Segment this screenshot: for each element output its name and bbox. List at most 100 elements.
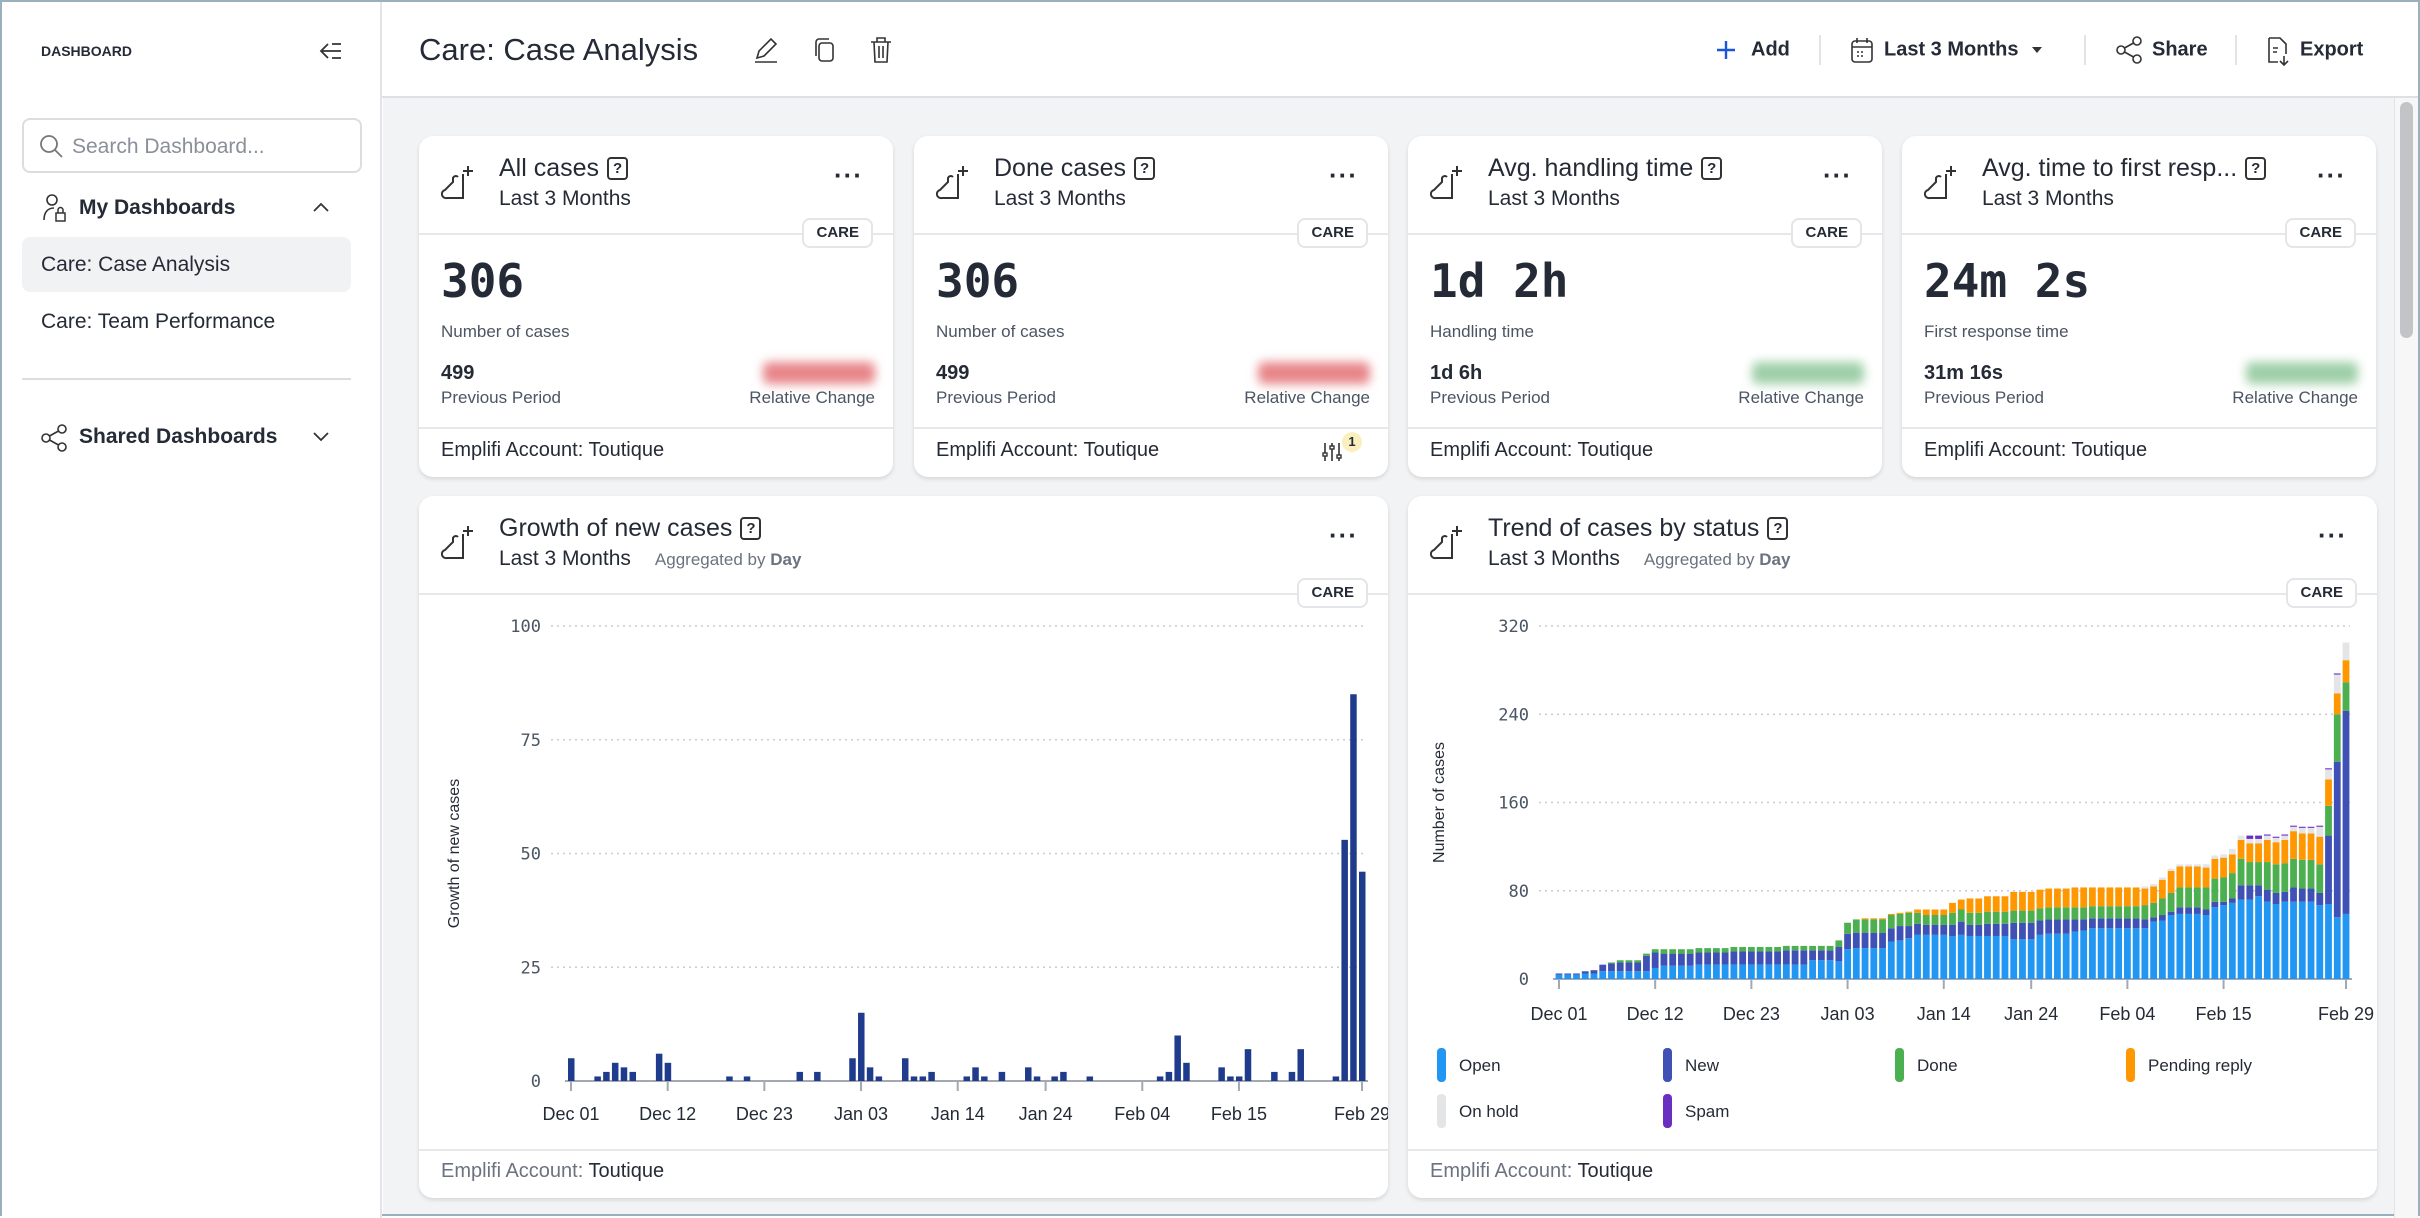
export-icon[interactable] — [2265, 35, 2291, 67]
stacked-bar-segment-open — [1581, 973, 1589, 979]
more-options-button[interactable]: ··· — [834, 160, 863, 191]
filter-button[interactable]: 1 — [1320, 432, 1366, 466]
bar — [629, 1071, 637, 1081]
more-options-button[interactable]: ··· — [1823, 160, 1852, 191]
trash-icon[interactable] — [867, 35, 895, 65]
y-axis-label: Growth of new cases — [446, 779, 463, 928]
stacked-bar-segment-new — [1809, 950, 1816, 961]
date-range-dropdown[interactable]: Last 3 Months — [1850, 30, 2042, 70]
more-options-button[interactable]: ··· — [2317, 160, 2346, 191]
stacked-bar-segment-open — [2176, 913, 2184, 979]
stacked-bar-segment-done — [1634, 960, 1642, 963]
stacked-bar-segment-new — [2158, 915, 2166, 921]
stacked-bar-segment-pending-reply — [2220, 857, 2227, 878]
chart-card-trend-of-cases-by-status: Trend of cases by status? Last 3 Months A… — [1408, 496, 2377, 1198]
export-button[interactable]: Export — [2300, 39, 2363, 62]
x-tick-label: Jan 03 — [834, 1104, 888, 1124]
stacked-bar-segment-pending-reply — [2176, 866, 2184, 888]
scrollbar-thumb[interactable] — [2400, 102, 2413, 338]
bar — [1060, 1071, 1067, 1081]
stacked-bar-segment-new — [1669, 953, 1677, 966]
stacked-bar-segment-open — [2158, 920, 2166, 979]
stacked-bar-segment-new — [1887, 928, 1895, 942]
bar — [910, 1076, 918, 1081]
stacked-bar-segment-done — [1844, 922, 1851, 934]
stacked-bar-segment-done — [2176, 887, 2184, 908]
stacked-bar-segment-open — [2342, 913, 2350, 979]
legend-label: Pending reply — [2148, 1056, 2252, 1075]
stacked-bar-segment-open — [2097, 928, 2105, 979]
search-input[interactable]: Search Dashboard... — [22, 118, 362, 173]
stacked-bar-segment-done — [2045, 907, 2053, 920]
stacked-bar-segment-new — [1791, 950, 1799, 965]
stacked-bar-segment-new — [1704, 952, 1712, 965]
kpi-value: 1d 2h — [1430, 254, 1569, 308]
footer-account: Toutique — [588, 1160, 665, 1182]
stacked-bar-segment-new — [1949, 924, 1956, 936]
share-button[interactable]: Share — [2152, 39, 2208, 62]
stacked-bar-segment-new — [2167, 911, 2175, 916]
stacked-bar-segment-new — [2193, 907, 2201, 914]
stacked-bar-segment-open — [2298, 901, 2306, 979]
stacked-bar-segment-pending-reply — [2071, 887, 2079, 908]
my-dashboards-section-toggle[interactable]: My Dashboards — [22, 188, 342, 228]
stacked-bar-segment-on-hold — [2185, 864, 2192, 867]
stacked-bar-segment-done — [1608, 962, 1615, 964]
duplicate-icon[interactable] — [811, 36, 839, 64]
sidebar-item-care-team-performance[interactable]: Care: Team Performance — [22, 294, 351, 349]
previous-period-value: 31m 16s — [1924, 362, 2003, 384]
y-tick-label: 0 — [1519, 970, 1529, 990]
stacked-bar-segment-open — [1782, 964, 1790, 979]
bar — [594, 1076, 601, 1081]
stacked-bar-segment-pending-reply — [2150, 886, 2158, 903]
stacked-bar-segment-spam — [2307, 826, 2315, 828]
stacked-bar-segment-open — [1695, 964, 1703, 979]
help-icon[interactable]: ? — [1701, 157, 1723, 180]
add-button[interactable]: Add — [1751, 39, 1790, 62]
kpi-card: Avg. handling time? Last 3 Months ··· CA… — [1408, 136, 1882, 477]
stacked-bar-segment-new — [1931, 924, 1939, 935]
shared-dashboards-section-toggle[interactable]: Shared Dashboards — [22, 417, 342, 457]
stacked-bar-segment-open — [1747, 964, 1755, 979]
stacked-bar-segment-done — [1852, 919, 1860, 933]
help-icon[interactable]: ? — [2245, 157, 2267, 180]
card-divider — [914, 427, 1388, 429]
care-hand-icon — [936, 166, 968, 200]
stacked-bar-segment-open — [2333, 917, 2341, 979]
stacked-bar-segment-pending-reply — [2316, 836, 2324, 865]
stacked-bar-segment-new — [1817, 950, 1825, 961]
stacked-bar-segment-new — [2001, 923, 2009, 936]
stacked-bar-segment-new — [1844, 933, 1851, 950]
stacked-bar-segment-open — [1896, 940, 1904, 979]
date-range-label: Last 3 Months — [1884, 38, 2019, 61]
stacked-bar-segment-open — [1616, 971, 1624, 979]
stacked-bar-segment-pending-reply — [2132, 887, 2140, 907]
stacked-bar-segment-on-hold — [2290, 826, 2297, 832]
help-icon[interactable]: ? — [1134, 157, 1156, 180]
collapse-sidebar-icon[interactable] — [318, 38, 344, 64]
caret-down-icon — [2032, 47, 2042, 53]
kpi-title: Avg. time to first resp... — [1982, 154, 2238, 182]
stacked-bar-segment-pending-reply — [2202, 867, 2210, 888]
x-tick-label: Jan 14 — [1917, 1004, 1971, 1024]
stacked-bar-segment-pending-reply — [2010, 891, 2018, 911]
scrollbar-track[interactable] — [2394, 98, 2418, 1218]
sidebar-item-care-case-analysis[interactable]: Care: Case Analysis — [22, 237, 351, 292]
stacked-bar-segment-spam — [2246, 835, 2254, 839]
previous-period-label: Previous Period — [936, 388, 1057, 407]
stacked-bar-segment-open — [2132, 928, 2140, 979]
more-options-button[interactable]: ··· — [1329, 160, 1358, 191]
help-icon[interactable]: ? — [607, 157, 629, 180]
stacked-bar-segment-spam — [2255, 835, 2262, 839]
stacked-bar-segment-on-hold — [2316, 826, 2324, 837]
share-icon[interactable] — [2115, 35, 2145, 65]
stacked-bar-segment-done — [1730, 947, 1738, 952]
stacked-bar-segment-new — [1625, 962, 1633, 972]
stacked-bar-segment-open — [1914, 934, 1921, 979]
stacked-bar-segment-pending-reply — [2307, 833, 2315, 860]
edit-icon[interactable] — [752, 36, 780, 64]
shared-dashboards-label: Shared Dashboards — [79, 425, 278, 448]
plus-icon[interactable] — [1715, 39, 1737, 61]
kpi-card: Done cases? Last 3 Months ··· CARE 306 N… — [914, 136, 1388, 477]
care-hand-icon — [441, 166, 473, 200]
